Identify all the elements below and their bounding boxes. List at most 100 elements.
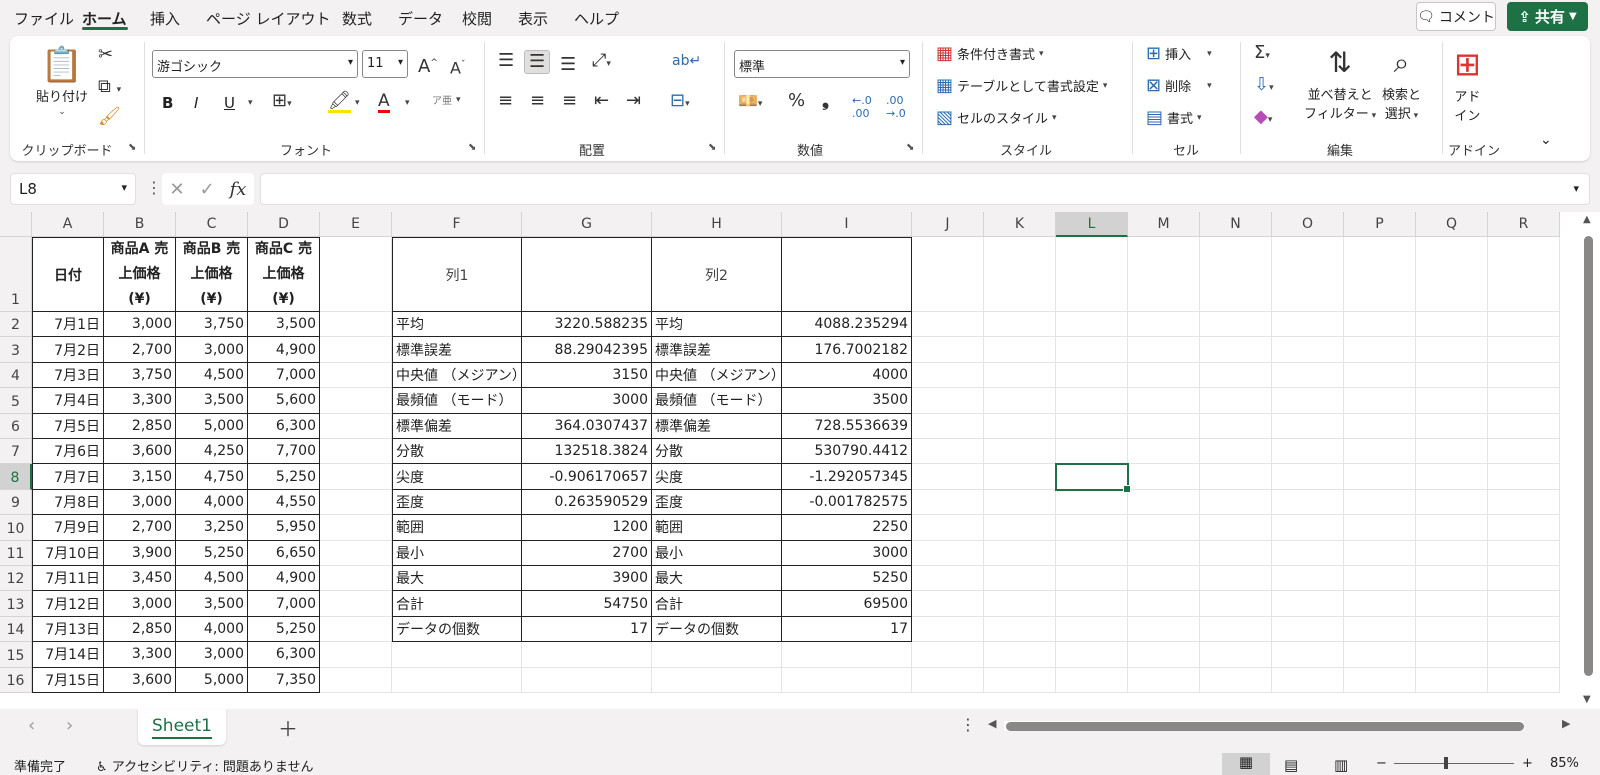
cell[interactable] [1272, 667, 1344, 693]
formula-input[interactable]: ▾ [260, 173, 1590, 205]
stat-value-cell[interactable]: 728.5536639 [782, 413, 912, 439]
price-cell[interactable]: 4,000 [176, 616, 248, 643]
cell[interactable] [1056, 667, 1128, 693]
price-cell[interactable]: 5,000 [176, 667, 248, 693]
cell[interactable] [320, 566, 392, 592]
cell[interactable] [1488, 312, 1560, 338]
column-header-g[interactable]: G [522, 212, 652, 237]
cell[interactable] [320, 591, 392, 617]
price-cell[interactable]: 6,300 [248, 642, 320, 668]
cell[interactable] [912, 540, 984, 566]
date-cell[interactable]: 7月8日 [32, 489, 104, 516]
scroll-down-icon[interactable]: ▼ [1583, 694, 1591, 705]
menu-data[interactable]: データ [398, 8, 443, 29]
stat-value-cell[interactable]: 17 [522, 616, 652, 643]
cell[interactable] [984, 464, 1056, 490]
price-cell[interactable]: 3,300 [104, 642, 176, 668]
column-header-p[interactable]: P [1344, 212, 1416, 237]
accounting-format-icon[interactable]: 💴▾ [738, 92, 762, 113]
date-cell[interactable]: 7月15日 [32, 667, 104, 693]
stat-value-cell[interactable]: 132518.3824 [522, 439, 652, 465]
stat-label-cell[interactable]: データの個数 [392, 616, 522, 643]
cell[interactable] [1488, 540, 1560, 566]
stat-label-cell[interactable]: データの個数 [652, 616, 782, 643]
paste-button[interactable]: 📋 貼り付け ⌄ [36, 46, 88, 117]
cell[interactable] [912, 667, 984, 693]
date-cell[interactable]: 7月3日 [32, 362, 104, 389]
price-cell[interactable]: 4,750 [176, 464, 248, 490]
cell[interactable] [1200, 413, 1272, 439]
row-header-16[interactable]: 16 [0, 667, 32, 693]
cell[interactable] [912, 388, 984, 414]
menu-insert[interactable]: 挿入 [150, 8, 180, 29]
cell[interactable] [320, 439, 392, 465]
price-cell[interactable]: 7,000 [248, 362, 320, 389]
stat-label-cell[interactable]: 尖度 [652, 464, 782, 490]
row-header-15[interactable]: 15 [0, 642, 32, 668]
cell[interactable] [1488, 566, 1560, 592]
cell[interactable] [1128, 464, 1200, 490]
row-header-5[interactable]: 5 [0, 388, 32, 414]
stat-label-cell[interactable]: 平均 [392, 312, 522, 338]
cell[interactable] [1056, 439, 1128, 465]
price-cell[interactable]: 5,950 [248, 515, 320, 541]
cell[interactable] [1200, 489, 1272, 516]
cell[interactable] [1344, 388, 1416, 414]
cell[interactable] [1200, 515, 1272, 541]
stat-label-cell[interactable]: 最頻値 （モード） [392, 388, 522, 414]
more-options-icon[interactable]: ⋮ [146, 178, 162, 197]
menu-file[interactable]: ファイル [14, 8, 74, 29]
cell-styles-button[interactable]: ▧ セルのスタイル ▾ [936, 108, 1057, 127]
zoom-slider-thumb[interactable] [1444, 757, 1448, 769]
column-header-c[interactable]: C [176, 212, 248, 237]
cell[interactable] [1272, 616, 1344, 643]
price-cell[interactable]: 7,700 [248, 439, 320, 465]
zoom-out-icon[interactable]: − [1376, 756, 1387, 771]
wrap-text-icon[interactable]: ab↵ [672, 52, 701, 70]
cell[interactable] [1056, 591, 1128, 617]
accessibility-status[interactable]: ♿ アクセシビリティ: 問題ありません [96, 756, 314, 775]
cell[interactable] [912, 237, 984, 312]
stat-label-cell[interactable]: 分散 [652, 439, 782, 465]
row-header-6[interactable]: 6 [0, 413, 32, 439]
select-all-corner[interactable] [0, 212, 32, 237]
cell[interactable] [1488, 616, 1560, 643]
cell[interactable] [1056, 237, 1128, 312]
cell[interactable] [984, 337, 1056, 363]
price-cell[interactable]: 4,500 [176, 566, 248, 592]
stat-label-cell[interactable]: 平均 [652, 312, 782, 338]
cell[interactable] [320, 540, 392, 566]
cell[interactable] [1056, 566, 1128, 592]
cell[interactable] [1416, 566, 1488, 592]
align-middle-icon[interactable]: ☰ [524, 50, 551, 74]
comment-button[interactable]: 🗨 コメント [1416, 2, 1496, 31]
stat-value-cell[interactable]: -1.292057345 [782, 464, 912, 490]
cell[interactable] [1200, 439, 1272, 465]
cell[interactable] [1344, 413, 1416, 439]
cell[interactable] [1056, 337, 1128, 363]
stat-label-cell[interactable]: 最頻値 （モード） [652, 388, 782, 414]
menu-formulas[interactable]: 数式 [342, 8, 372, 29]
price-cell[interactable]: 3,000 [176, 337, 248, 363]
cell[interactable] [1200, 616, 1272, 643]
stat-label-cell[interactable]: 範囲 [392, 515, 522, 541]
delete-cells-button[interactable]: ⊠ 削除 ▾ [1146, 76, 1212, 95]
chevron-down-icon[interactable]: ▾ [405, 98, 410, 108]
format-as-table-button[interactable]: ▦ テーブルとして書式設定 ▾ [936, 76, 1107, 95]
price-cell[interactable]: 3,500 [248, 312, 320, 338]
cell[interactable] [1128, 591, 1200, 617]
cell[interactable] [1488, 464, 1560, 490]
cell[interactable] [1416, 642, 1488, 668]
zoom-in-icon[interactable]: + [1522, 756, 1533, 771]
cell[interactable] [984, 439, 1056, 465]
cell[interactable] [320, 237, 392, 312]
stat-value-cell[interactable]: 2700 [522, 540, 652, 566]
row-header-14[interactable]: 14 [0, 616, 32, 643]
price-cell[interactable]: 4,900 [248, 566, 320, 592]
cell[interactable] [1056, 388, 1128, 414]
cell[interactable] [984, 591, 1056, 617]
cell[interactable] [984, 312, 1056, 338]
dialog-launcher-icon[interactable]: ⬊ [906, 142, 914, 153]
cell[interactable] [320, 616, 392, 643]
cell[interactable] [984, 540, 1056, 566]
